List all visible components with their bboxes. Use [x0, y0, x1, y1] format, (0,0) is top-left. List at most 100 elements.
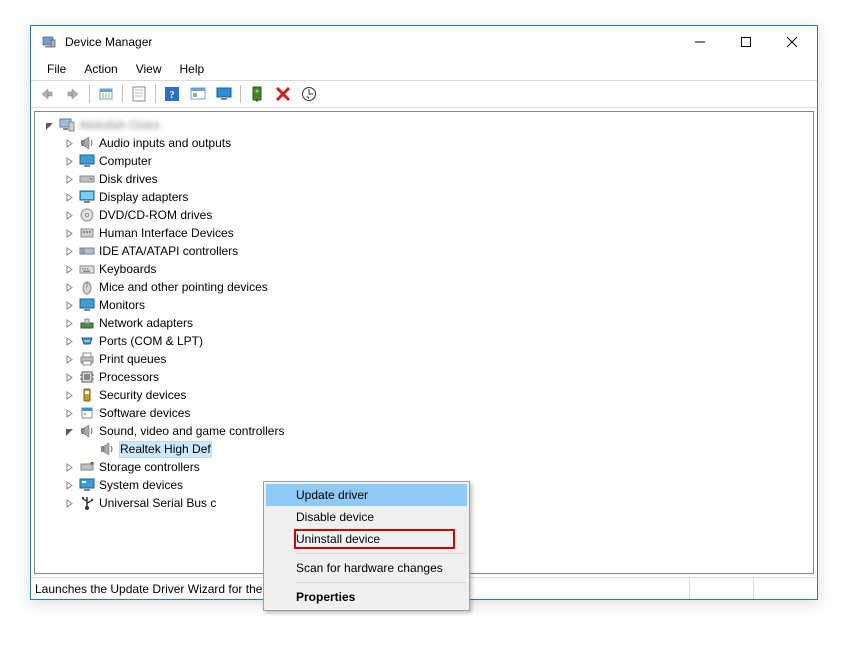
category-icon: [79, 297, 95, 313]
expand-icon[interactable]: [63, 335, 75, 347]
menu-file[interactable]: File: [39, 60, 74, 78]
category-icon: [79, 261, 95, 277]
close-button[interactable]: [769, 27, 815, 57]
monitor-icon[interactable]: [212, 83, 236, 105]
expand-icon[interactable]: [63, 137, 75, 149]
tree-category-label: Universal Serial Bus c: [99, 496, 216, 510]
tree-category[interactable]: Disk drives: [35, 170, 813, 188]
root-node[interactable]: Abdullah Osies: [35, 116, 813, 134]
show-hidden-icon[interactable]: [94, 83, 118, 105]
tree-category-label: IDE ATA/ATAPI controllers: [99, 244, 238, 258]
forward-icon[interactable]: [61, 83, 85, 105]
expand-icon[interactable]: [63, 425, 75, 437]
back-icon[interactable]: [35, 83, 59, 105]
context-menu-item[interactable]: Uninstall device: [266, 528, 467, 550]
tree-category[interactable]: Sound, video and game controllers: [35, 422, 813, 440]
category-icon: [79, 459, 95, 475]
minimize-button[interactable]: [677, 27, 723, 57]
expand-icon[interactable]: [63, 371, 75, 383]
tree-category-label: Display adapters: [99, 190, 188, 204]
tree-category-label: System devices: [99, 478, 183, 492]
category-icon: [79, 171, 95, 187]
tree-category-label: Storage controllers: [99, 460, 200, 474]
expand-icon[interactable]: [63, 461, 75, 473]
tree-category[interactable]: Keyboards: [35, 260, 813, 278]
category-icon: [79, 477, 95, 493]
toolbar: ?: [31, 80, 817, 108]
tree-category[interactable]: DVD/CD-ROM drives: [35, 206, 813, 224]
tree-category[interactable]: Storage controllers: [35, 458, 813, 476]
tree-category-label: Computer: [99, 154, 152, 168]
tree-category-label: Processors: [99, 370, 159, 384]
tree-category[interactable]: Display adapters: [35, 188, 813, 206]
category-icon: [79, 333, 95, 349]
expand-icon[interactable]: [63, 173, 75, 185]
tree-device[interactable]: Realtek High Def: [35, 440, 813, 458]
tree-category-label: Monitors: [99, 298, 145, 312]
tree-category-label: Sound, video and game controllers: [99, 424, 284, 438]
category-icon: [79, 153, 95, 169]
context-menu-item[interactable]: Scan for hardware changes: [266, 557, 467, 579]
titlebar: Device Manager: [31, 26, 817, 58]
context-menu: Update driverDisable deviceUninstall dev…: [263, 481, 470, 611]
menu-action[interactable]: Action: [76, 60, 125, 78]
expand-icon[interactable]: [63, 227, 75, 239]
tree-category[interactable]: Monitors: [35, 296, 813, 314]
expand-icon[interactable]: [63, 155, 75, 167]
maximize-button[interactable]: [723, 27, 769, 57]
toolbar-separator: [240, 85, 241, 103]
expand-icon[interactable]: [63, 281, 75, 293]
device-manager-window: Device Manager File Action View Help ?: [30, 25, 818, 600]
expand-icon[interactable]: [43, 119, 55, 131]
expand-icon[interactable]: [63, 299, 75, 311]
tree-category[interactable]: Network adapters: [35, 314, 813, 332]
scan-hardware-icon[interactable]: [297, 83, 321, 105]
category-icon: [79, 315, 95, 331]
expand-icon[interactable]: [63, 263, 75, 275]
tree-category-label: Audio inputs and outputs: [99, 136, 231, 150]
expand-icon[interactable]: [63, 191, 75, 203]
expand-icon[interactable]: [63, 353, 75, 365]
statusbar-cell: [753, 578, 817, 599]
context-menu-item[interactable]: Update driver: [266, 484, 467, 506]
context-menu-item[interactable]: Properties: [266, 586, 467, 608]
tree-category-label: Human Interface Devices: [99, 226, 234, 240]
expand-icon[interactable]: [63, 209, 75, 221]
svg-text:?: ?: [169, 89, 175, 101]
tree-category-label: Network adapters: [99, 316, 193, 330]
tree-category[interactable]: Audio inputs and outputs: [35, 134, 813, 152]
tree-category[interactable]: Mice and other pointing devices: [35, 278, 813, 296]
action-center-icon[interactable]: [186, 83, 210, 105]
tree-category[interactable]: Ports (COM & LPT): [35, 332, 813, 350]
expand-icon[interactable]: [63, 389, 75, 401]
tree-category-label: Print queues: [99, 352, 166, 366]
category-icon: [79, 225, 95, 241]
expand-icon[interactable]: [63, 407, 75, 419]
category-icon: [79, 207, 95, 223]
computer-icon: [59, 117, 75, 133]
tree-category[interactable]: Software devices: [35, 404, 813, 422]
root-label: Abdullah Osies: [79, 118, 160, 132]
expand-icon[interactable]: [63, 317, 75, 329]
expand-icon[interactable]: [63, 497, 75, 509]
category-icon: [79, 495, 95, 511]
help-icon[interactable]: ?: [160, 83, 184, 105]
update-driver-icon[interactable]: [245, 83, 269, 105]
tree-category[interactable]: Print queues: [35, 350, 813, 368]
expand-icon[interactable]: [63, 245, 75, 257]
tree-category[interactable]: Processors: [35, 368, 813, 386]
uninstall-icon[interactable]: [271, 83, 295, 105]
menu-view[interactable]: View: [128, 60, 170, 78]
tree-category[interactable]: Human Interface Devices: [35, 224, 813, 242]
tree-category[interactable]: Security devices: [35, 386, 813, 404]
expand-icon[interactable]: [63, 479, 75, 491]
category-icon: [79, 423, 95, 439]
context-menu-separator: [296, 553, 466, 554]
menu-help[interactable]: Help: [172, 60, 213, 78]
properties-icon[interactable]: [127, 83, 151, 105]
tree-category[interactable]: Computer: [35, 152, 813, 170]
toolbar-separator: [89, 85, 90, 103]
menubar: File Action View Help: [31, 58, 817, 80]
tree-category[interactable]: IDE ATA/ATAPI controllers: [35, 242, 813, 260]
context-menu-item[interactable]: Disable device: [266, 506, 467, 528]
